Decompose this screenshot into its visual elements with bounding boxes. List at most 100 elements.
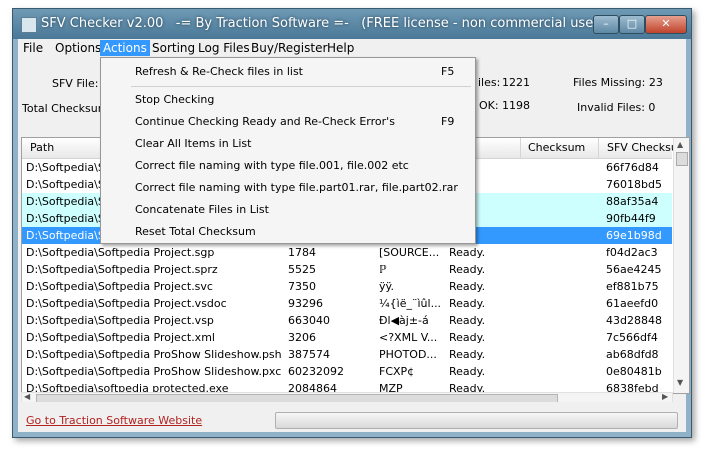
files-total-label: iles: (478, 76, 501, 89)
minimize-button[interactable]: – (593, 15, 619, 34)
cell-size: 93296 (288, 297, 323, 310)
cell-size: 1784 (288, 246, 316, 259)
table-row[interactable]: D:\Softpedia\Softpedia Project.xml 3206 <?… (22, 329, 672, 346)
table-row[interactable]: D:\Softpedia\Softpedia ProShow Slideshow… (22, 363, 672, 380)
status-bar: Go to Traction Software Website (18, 402, 686, 432)
menu-item-refresh[interactable]: Refresh & Re-Check files in list F5 (101, 61, 475, 83)
cell-preview: PHOTOD... (379, 348, 437, 361)
scroll-down-icon[interactable]: ▼ (677, 378, 683, 387)
menu-sorting[interactable]: Sorting (149, 40, 198, 56)
cell-path: D:\Softpedia\Softpedia ProShow Slideshow… (26, 365, 282, 378)
cell-sfv: 69e1b98d (606, 229, 662, 242)
table-row[interactable]: D:\Softpedia\Softpedia Project.vsdoc 9329… (22, 295, 672, 312)
cell-preview: FCXP¢ (379, 365, 415, 378)
table-row[interactable]: D:\Softpedia\Softpedia Project.sgp 1784 [S… (22, 244, 672, 261)
cell-preview: ÿÿ. (379, 280, 394, 293)
scroll-right-icon[interactable]: ▶ (662, 392, 668, 401)
menu-item-stop-checking[interactable]: Stop Checking (101, 89, 475, 111)
cell-path: D:\Softpedia\Softpedia Project.svc (26, 280, 213, 293)
cell-status: Ready. (449, 280, 486, 293)
cell-path: D:\Softpedia\Softpedia ProShow Slideshow… (26, 348, 282, 361)
menu-item-reset-checksum[interactable]: Reset Total Checksum (101, 221, 475, 243)
menu-item-continue-checking[interactable]: Continue Checking Ready and Re-Check Err… (101, 111, 475, 133)
cell-preview: ℙ (379, 263, 387, 276)
cell-path: D:\Softpedia\Softpedia Project.sgp (26, 246, 215, 259)
cell-sfv: 0e80481b (606, 365, 662, 378)
app-icon (21, 17, 37, 33)
vertical-scrollbar[interactable]: ▲ ▼ (673, 138, 689, 393)
cell-sfv: f04d2ac3 (606, 246, 658, 259)
files-missing: Files Missing: 23 (573, 76, 663, 89)
cell-path: D:\Softpedia\So (26, 212, 112, 225)
menu-item-concatenate[interactable]: Concatenate Files in List (101, 199, 475, 221)
cell-size: 3206 (288, 331, 316, 344)
menu-item-correct-naming-part[interactable]: Correct file naming with type file.part0… (101, 177, 475, 199)
files-ok-value: 1198 (502, 99, 530, 112)
traction-website-link[interactable]: Go to Traction Software Website (26, 414, 202, 427)
cell-path: D:\Softpedia\Softpedia Project.vsdoc (26, 297, 227, 310)
cell-status: Ready. (449, 314, 486, 327)
scroll-thumb[interactable] (676, 152, 688, 166)
cell-path: D:\Softpedia\So (26, 178, 112, 191)
cell-preview: <?XML V... (379, 331, 438, 344)
cell-path: D:\Softpedia\So (26, 195, 112, 208)
cell-sfv: ab68dfd8 (606, 348, 659, 361)
cell-status: Ready. (449, 246, 486, 259)
files-ok-label: OK: (479, 99, 499, 112)
menu-help[interactable]: Help (324, 40, 357, 56)
menu-buy-register[interactable]: Buy/Register (248, 40, 330, 56)
cell-size: 60232092 (288, 365, 344, 378)
cell-status: Ready. (449, 365, 486, 378)
menu-bar: File Options Actions Sorting Log Files B… (18, 39, 686, 57)
column-path[interactable]: Path (30, 141, 54, 154)
cell-sfv: ef881b75 (606, 280, 659, 293)
cell-status: Ready. (449, 348, 486, 361)
cell-path: D:\Softpedia\Softpedia Project.xml (26, 331, 215, 344)
cell-size: 663040 (288, 314, 330, 327)
menu-item-correct-naming-001[interactable]: Correct file naming with type file.001, … (101, 155, 475, 177)
table-row[interactable]: D:\Softpedia\Softpedia Project.sprz 5525 ℙ… (22, 261, 672, 278)
cell-sfv: 66f76d84 (606, 161, 659, 174)
menu-item-clear-all[interactable]: Clear All Items in List (101, 133, 475, 155)
cell-status: Ready. (449, 263, 486, 276)
cell-sfv: 43d28848 (606, 314, 662, 327)
cell-path: D:\Softpedia\Softpedia Project.vsp (26, 314, 214, 327)
table-row[interactable]: D:\Softpedia\Softpedia Project.vsp 663040… (22, 312, 672, 329)
window-title: SFV Checker v2.00 -= By Traction Softwar… (41, 16, 630, 31)
menu-file[interactable]: File (20, 40, 46, 56)
total-checksum-label: Total Checksum (22, 102, 109, 115)
maximize-button[interactable]: □ (619, 15, 645, 34)
invalid-files: Invalid Files: 0 (577, 101, 656, 114)
scroll-up-icon[interactable]: ▲ (677, 140, 683, 149)
cell-preview: ¼{ìë_¨ìûl... (379, 297, 442, 310)
column-sfv-checksum[interactable]: SFV Checksu (607, 141, 678, 154)
cell-size: 387574 (288, 348, 330, 361)
cell-path: D:\Softpedia\So (26, 161, 112, 174)
cell-sfv: 7c566df4 (606, 331, 658, 344)
cell-size: 5525 (288, 263, 316, 276)
sfv-file-label: SFV File: (52, 77, 99, 90)
cell-path: D:\Softpedia\Softpedia Project.sprz (26, 263, 218, 276)
column-checksum[interactable]: Checksum (528, 141, 585, 154)
menu-options[interactable]: Options (52, 40, 104, 56)
cell-sfv: 61aeefd0 (606, 297, 659, 310)
cell-preview: [SOURCE... (379, 246, 440, 259)
cell-sfv: 76018bd5 (606, 178, 662, 191)
table-row[interactable]: D:\Softpedia\Softpedia Project.svc 7350 ÿÿ… (22, 278, 672, 295)
actions-dropdown-menu: Refresh & Re-Check files in list F5 Stop… (100, 57, 476, 244)
menu-log-files[interactable]: Log Files (195, 40, 253, 56)
table-row[interactable]: D:\Softpedia\Softpedia ProShow Slideshow… (22, 346, 672, 363)
cell-sfv: 90fb44f9 (606, 212, 656, 225)
cell-preview: Ðl◀àj±-á (379, 314, 429, 327)
cell-path: D:\Softpedia\So (26, 229, 112, 242)
cell-size: 7350 (288, 280, 316, 293)
close-button[interactable]: ✕ (645, 15, 687, 34)
progress-bar (275, 412, 678, 429)
cell-sfv: 56ae4245 (606, 263, 662, 276)
cell-status: Ready. (449, 331, 486, 344)
cell-sfv: 88af35a4 (606, 195, 659, 208)
menu-actions[interactable]: Actions (100, 40, 150, 56)
cell-status: Ready. (449, 297, 486, 310)
scroll-left-icon[interactable]: ◀ (24, 392, 30, 401)
title-bar[interactable]: SFV Checker v2.00 -= By Traction Softwar… (13, 9, 691, 39)
